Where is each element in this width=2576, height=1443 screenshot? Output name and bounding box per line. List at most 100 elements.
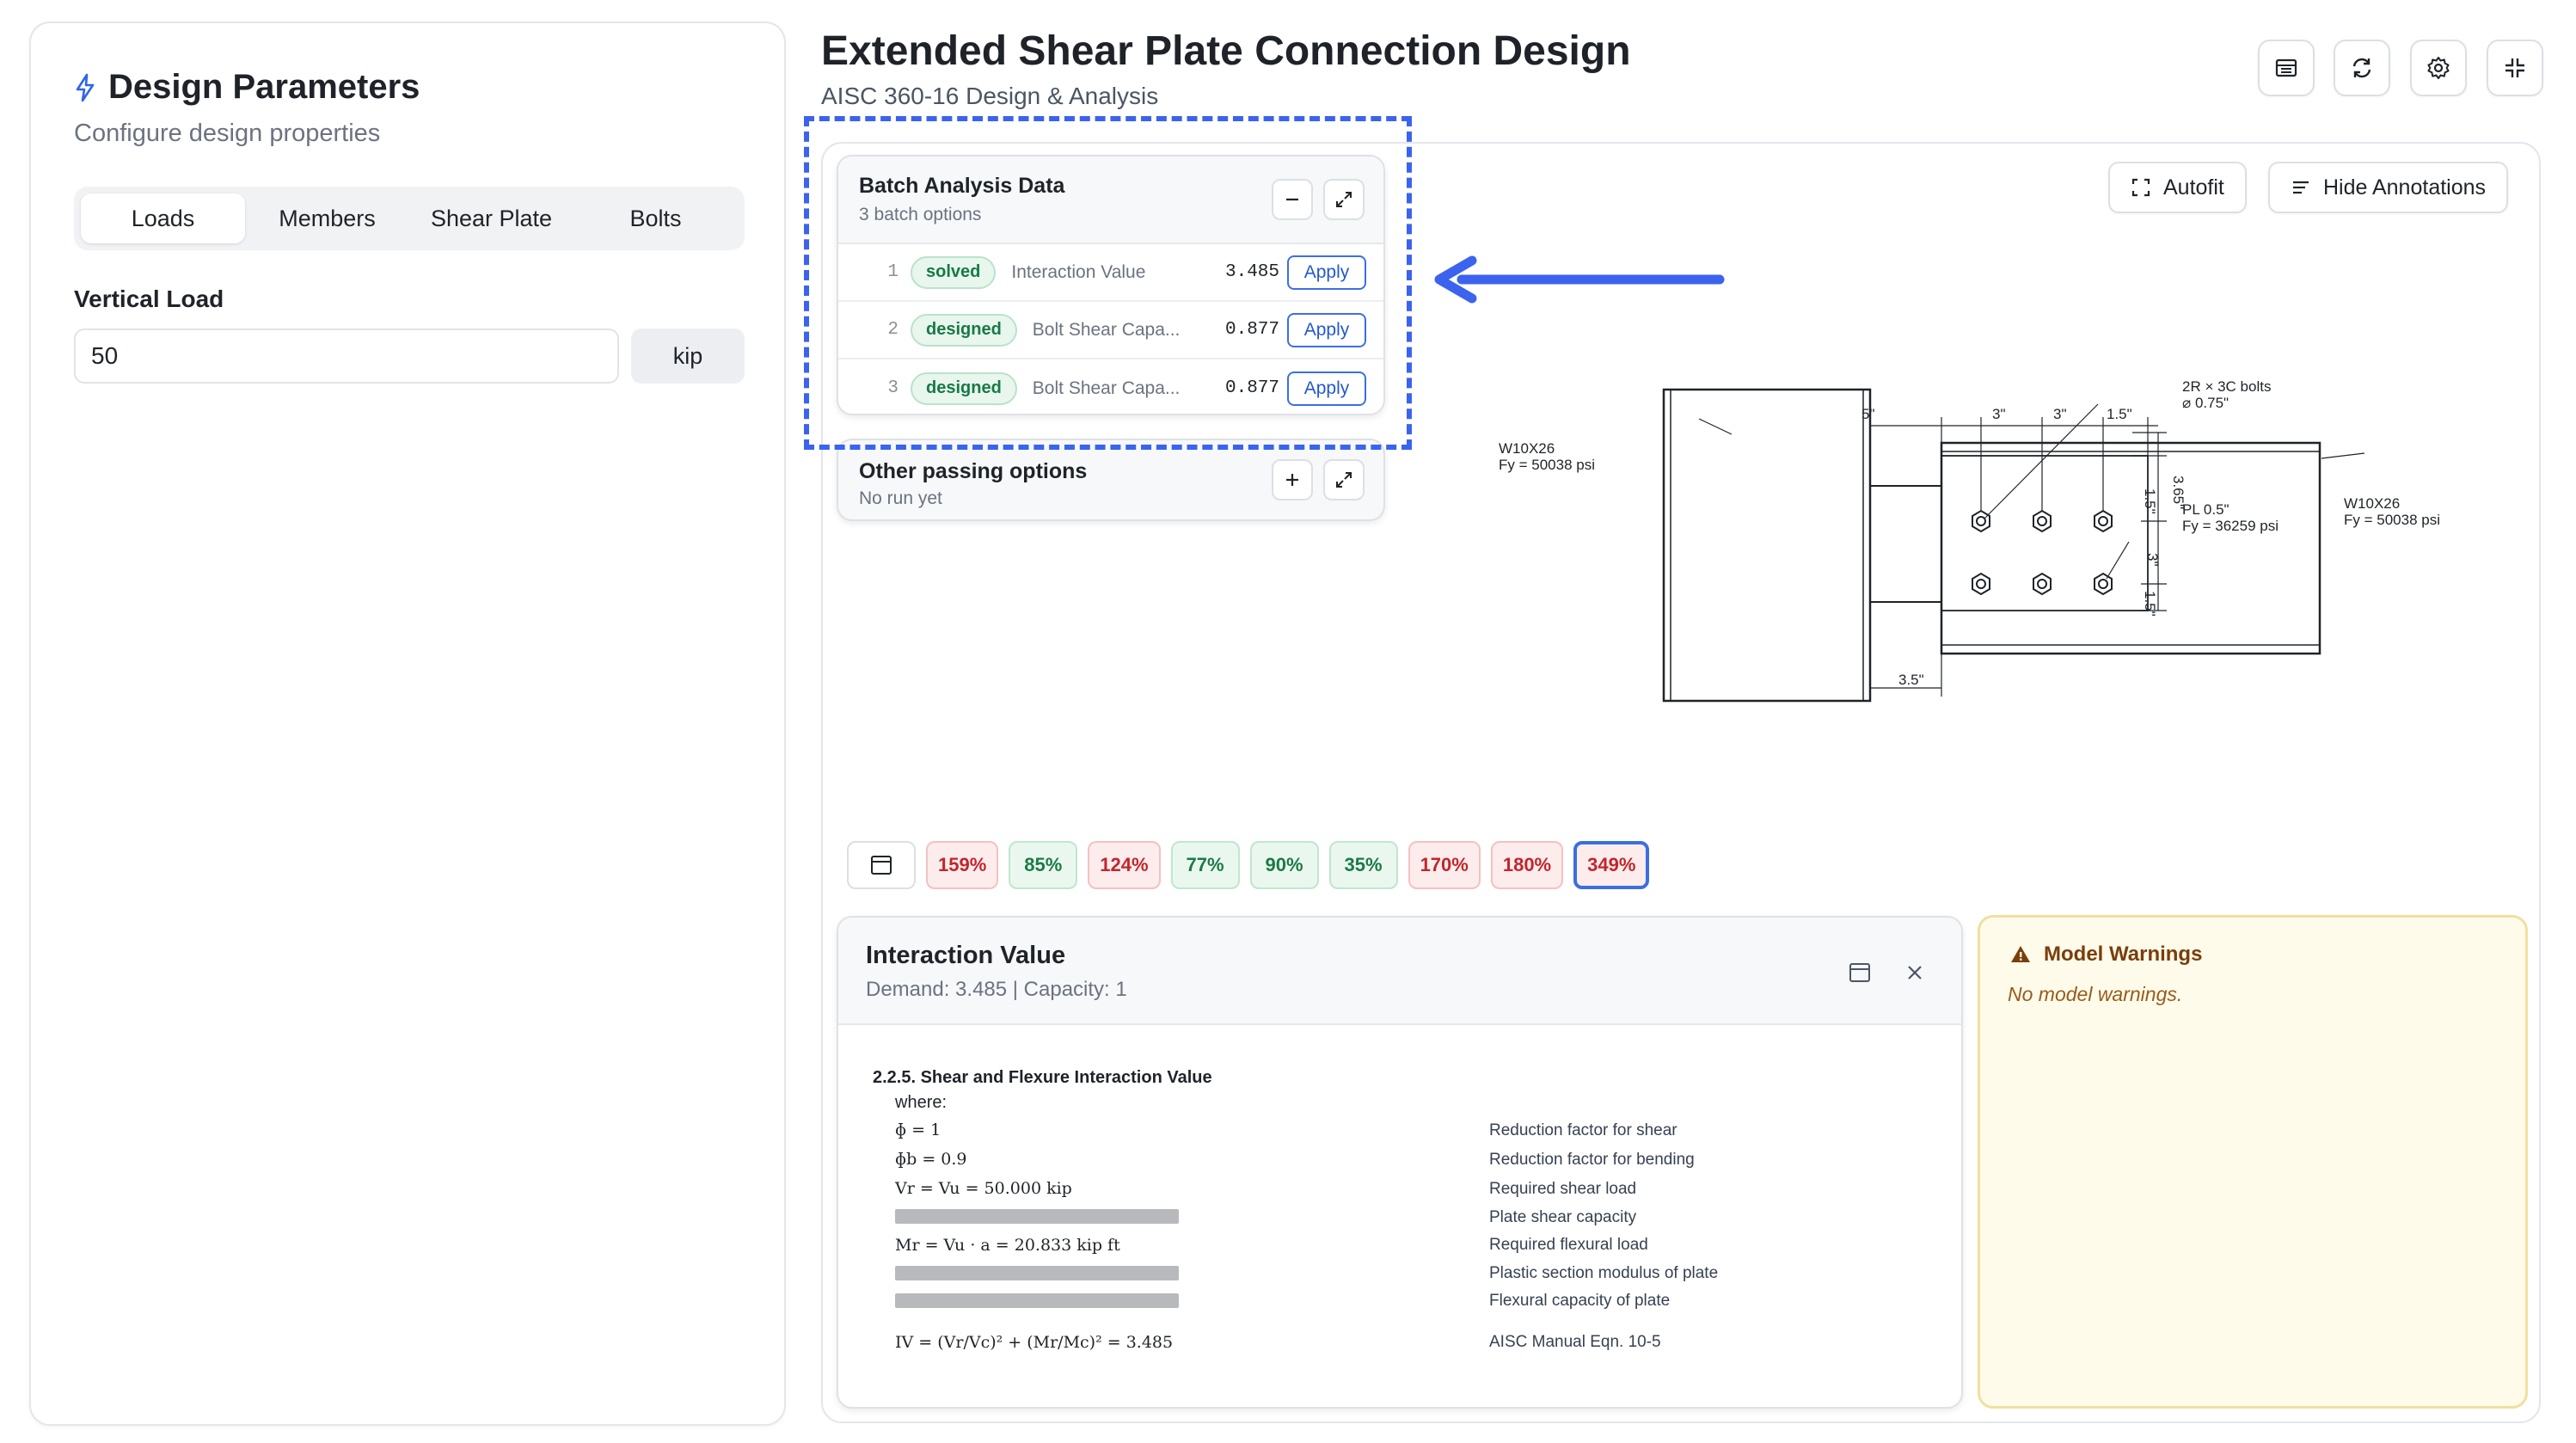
equation-description: Reduction factor for bending	[1489, 1151, 1695, 1169]
tab-shear-plate[interactable]: Shear Plate	[409, 193, 573, 243]
check-chip[interactable]: 159%	[926, 841, 999, 889]
dim-label: 3"	[2144, 553, 2161, 567]
settings-button[interactable]	[2410, 40, 2467, 96]
refresh-icon	[2352, 58, 2371, 78]
panel-title-row: Design Parameters	[74, 68, 420, 107]
check-chip[interactable]: 180%	[1490, 841, 1564, 889]
hide-annotations-label: Hide Annotations	[2323, 175, 2487, 200]
other-card-subtitle: No run yet	[859, 488, 942, 508]
connection-drawing[interactable]: 5" 3" 3" 1.5" 3.65" 1.5" 3" 1.5" 3.5" W1…	[1479, 365, 2493, 727]
close-button[interactable]	[1894, 952, 1935, 993]
plate-label: PL 0.5"	[2182, 501, 2229, 518]
bolt-dia-label: ⌀ 0.75"	[2182, 395, 2229, 411]
left-fy-label: Fy = 50038 psi	[1499, 457, 1595, 473]
bolt-group	[1972, 509, 2113, 596]
calculation-panel: Interaction Value Demand: 3.485 | Capaci…	[837, 916, 1963, 1409]
autofit-label: Autofit	[2163, 175, 2224, 200]
dim-label: 3.5"	[1898, 672, 1924, 688]
add-button[interactable]	[1272, 459, 1313, 500]
check-chip[interactable]: 77%	[1170, 841, 1240, 889]
warning-icon	[2011, 946, 2030, 962]
calc-title: Interaction Value	[866, 942, 1066, 969]
calc-subtitle: Demand: 3.485 | Capacity: 1	[866, 978, 1127, 1001]
dim-label: 3"	[2053, 406, 2067, 422]
column-member	[1662, 388, 1872, 703]
equation-description: Reduction factor for shear	[1489, 1121, 1677, 1139]
autofit-button[interactable]: Autofit	[2108, 162, 2247, 213]
page-subtitle: AISC 360-16 Design & Analysis	[821, 83, 1159, 109]
table-view-button[interactable]	[2258, 40, 2315, 96]
bolt-label: 2R × 3C bolts	[2182, 378, 2271, 395]
fit-frame-icon	[2131, 178, 2150, 197]
lines-icon	[2293, 181, 2309, 194]
collapse-icon	[2505, 58, 2524, 77]
right-fy-label: Fy = 50038 psi	[2344, 512, 2440, 528]
panel-title: Design Parameters	[108, 68, 420, 106]
dim-label: 1.5"	[2142, 591, 2158, 617]
highlight-box	[804, 116, 1412, 450]
equation-description: Plate shear capacity	[1489, 1208, 1637, 1226]
equation-line: ɸb = 0.9	[895, 1150, 967, 1169]
warnings-message: No model warnings.	[2008, 983, 2183, 1005]
panel-subtitle: Configure design properties	[74, 120, 381, 147]
model-warnings-panel: Model Warnings No model warnings.	[1978, 915, 2528, 1409]
check-chip[interactable]: 35%	[1328, 841, 1398, 889]
dim-label: 1.5"	[2107, 406, 2132, 422]
equation-line: IV = (Vr/Vc)² + (Mr/Mc)² = 3.485	[895, 1333, 1174, 1352]
tab-bolts[interactable]: Bolts	[573, 193, 738, 243]
hide-annotations-button[interactable]: Hide Annotations	[2268, 162, 2509, 213]
design-parameters-panel: Design Parameters Configure design prope…	[29, 21, 786, 1426]
equation-description: AISC Manual Eqn. 10-5	[1489, 1333, 1661, 1351]
redacted-equation	[895, 1266, 1179, 1280]
parameter-tabs: Loads Members Shear Plate Bolts	[74, 187, 745, 250]
check-chip[interactable]: 170%	[1408, 841, 1481, 889]
equation-line: Mr = Vu · a = 20.833 kip ft	[895, 1236, 1120, 1255]
collapse-button[interactable]	[2487, 40, 2543, 96]
tab-loads[interactable]: Loads	[81, 193, 245, 243]
expand-button[interactable]	[1323, 459, 1365, 500]
refresh-button[interactable]	[2334, 40, 2390, 96]
check-chip[interactable]: 90%	[1249, 841, 1319, 889]
where-label: where:	[895, 1093, 948, 1112]
bolt-icon	[76, 73, 95, 101]
panel-toggle-button[interactable]	[847, 841, 916, 889]
tab-members[interactable]: Members	[245, 193, 409, 243]
plate-fy-label: Fy = 36259 psi	[2182, 518, 2279, 534]
redacted-equation	[895, 1209, 1179, 1224]
calc-header: Interaction Value Demand: 3.485 | Capaci…	[838, 918, 1961, 1025]
right-member-label: W10X26	[2344, 495, 2400, 512]
dim-label: 1.5"	[2142, 488, 2158, 514]
panel-icon	[1849, 963, 1870, 982]
check-chip-row: 159% 85% 124% 77% 90% 35% 170% 180% 349%	[847, 841, 1650, 889]
pointer-arrow-icon	[1434, 255, 1725, 304]
dim-label: 3"	[1992, 406, 2006, 422]
dim-label: 5"	[1861, 406, 1875, 422]
settings-icon	[2427, 57, 2450, 79]
beam-member	[1940, 441, 2321, 655]
warnings-title: Model Warnings	[2044, 943, 2203, 966]
check-chip[interactable]: 124%	[1088, 841, 1161, 889]
redacted-equation	[895, 1293, 1179, 1308]
check-chip-selected[interactable]: 349%	[1573, 841, 1650, 889]
equation-line: ɸ = 1	[895, 1121, 941, 1139]
close-icon	[1908, 966, 1922, 979]
equation-description: Flexural capacity of plate	[1489, 1292, 1671, 1310]
equation-description: Required shear load	[1489, 1180, 1637, 1198]
left-member-label: W10X26	[1499, 440, 1555, 457]
check-chip[interactable]: 85%	[1009, 841, 1078, 889]
other-card-title: Other passing options	[859, 459, 1088, 483]
panel-icon	[871, 856, 892, 875]
other-options-card: Other passing options No run yet	[837, 439, 1385, 521]
vertical-load-label: Vertical Load	[74, 286, 224, 312]
dock-button[interactable]	[1839, 952, 1880, 993]
page-title: Extended Shear Plate Connection Design	[821, 28, 1631, 74]
section-title: 2.2.5. Shear and Flexure Interaction Val…	[873, 1068, 1212, 1087]
expand-icon	[1336, 472, 1352, 488]
table-icon	[2275, 58, 2297, 77]
equation-description: Plastic section modulus of plate	[1489, 1264, 1719, 1282]
equation-line: Vr = Vu = 50.000 kip	[895, 1179, 1072, 1198]
equation-description: Required flexural load	[1489, 1236, 1648, 1254]
unit-selector[interactable]: kip	[631, 329, 745, 384]
plus-icon	[1286, 474, 1298, 486]
vertical-load-input[interactable]: 50	[74, 329, 619, 384]
